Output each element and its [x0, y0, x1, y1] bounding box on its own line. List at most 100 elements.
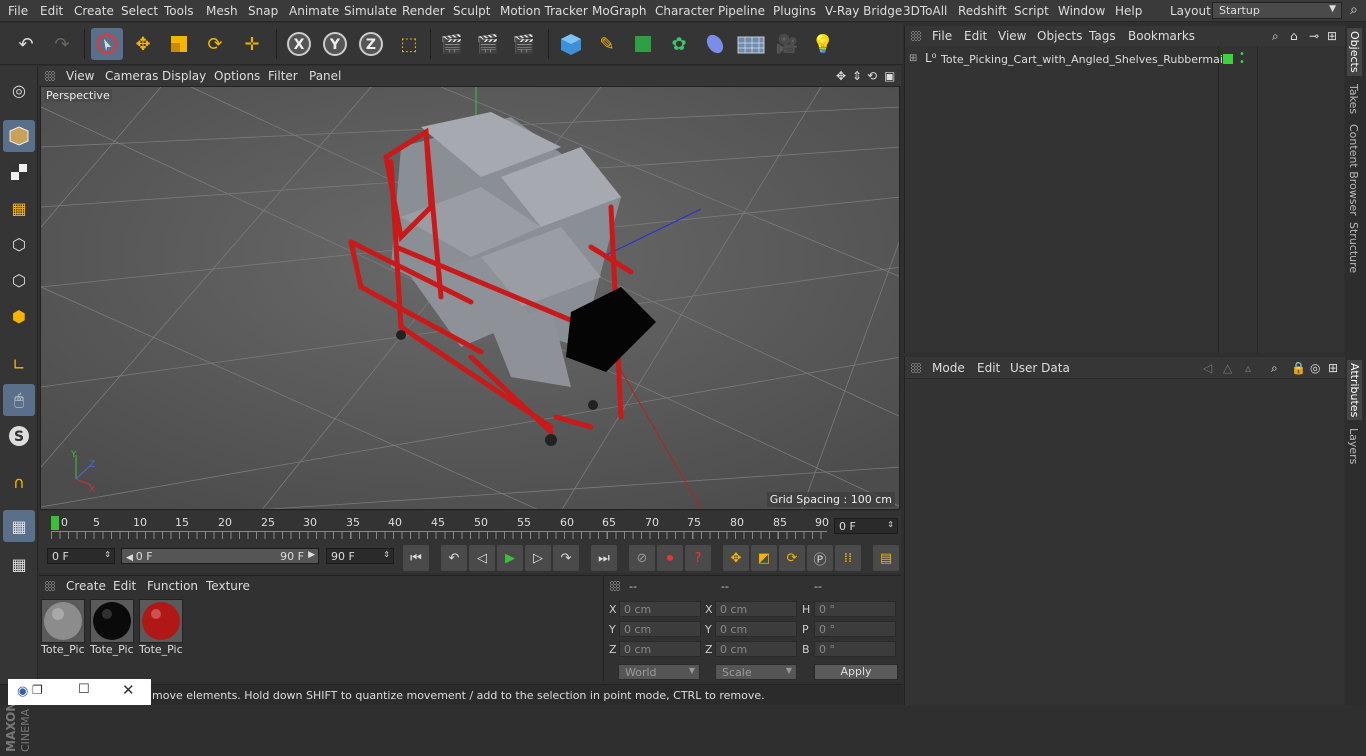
- attribute-menu-mode[interactable]: Mode: [932, 361, 965, 375]
- point-mode-icon[interactable]: ⬡: [3, 228, 35, 260]
- lock-icon[interactable]: 🔒: [1291, 361, 1306, 375]
- attribute-menu-user-data[interactable]: User Data: [1010, 361, 1070, 375]
- attribute-menu-edit[interactable]: Edit: [977, 361, 1000, 375]
- edge-mode-icon[interactable]: ⬡: [3, 264, 35, 296]
- material-swatch[interactable]: Tote_Pic: [41, 599, 87, 656]
- move-icon[interactable]: ✥: [127, 28, 159, 60]
- menu-3dtoall[interactable]: 3DToAll: [903, 4, 947, 18]
- grip-icon[interactable]: [911, 363, 921, 373]
- new-window-icon[interactable]: ⊞: [1328, 361, 1338, 375]
- planar-workplane-icon[interactable]: ▦: [3, 548, 35, 580]
- texture-mode-icon[interactable]: [3, 156, 35, 188]
- orbit-icon[interactable]: ⟲: [867, 69, 877, 83]
- tab-content-browser[interactable]: Content Browser: [1347, 124, 1360, 216]
- home-icon[interactable]: ⌂: [1290, 29, 1298, 43]
- menu-edit[interactable]: Edit: [40, 4, 63, 18]
- coordinate-mode-select[interactable]: World ▼: [618, 664, 700, 680]
- keyframe-selection-icon[interactable]: ?: [685, 545, 711, 571]
- rotation-h-field[interactable]: 0 °: [814, 601, 896, 617]
- menu-window[interactable]: Window: [1058, 4, 1105, 18]
- previous-frame-icon[interactable]: ◁: [469, 545, 495, 571]
- viewport-menu-cameras[interactable]: Cameras: [105, 69, 158, 83]
- back-arrow-icon[interactable]: ◁: [1203, 361, 1212, 375]
- menu-file[interactable]: File: [8, 4, 28, 18]
- size-y-field[interactable]: 0 cm: [715, 621, 797, 637]
- object-name[interactable]: Tote_Picking_Cart_with_Angled_Shelves_Ru…: [941, 53, 1230, 66]
- scale-icon[interactable]: [163, 28, 195, 60]
- size-x-field[interactable]: 0 cm: [715, 601, 797, 617]
- key-rotation-icon[interactable]: ⟳: [779, 545, 805, 571]
- menu-create[interactable]: Create: [74, 4, 114, 18]
- play-icon[interactable]: ▶: [497, 545, 523, 571]
- menu-help[interactable]: Help: [1115, 4, 1142, 18]
- viewport-menu-display[interactable]: Display: [162, 69, 206, 83]
- tab-objects[interactable]: Objects: [1347, 28, 1362, 76]
- key-position-icon[interactable]: ✥: [723, 545, 749, 571]
- size-mode-select[interactable]: Scale ▼: [715, 664, 797, 680]
- position-x-field[interactable]: 0 cm: [619, 601, 701, 617]
- camera-icon[interactable]: 🎥: [771, 28, 803, 60]
- back-icon[interactable]: ⊸: [1309, 29, 1319, 43]
- dolly-icon[interactable]: ⇕: [852, 69, 862, 83]
- material-menu-texture[interactable]: Texture: [206, 579, 250, 593]
- render-settings-icon[interactable]: 🎬: [508, 28, 540, 60]
- material-menu-edit[interactable]: Edit: [113, 579, 136, 593]
- tweak-mode-icon[interactable]: 🖱: [3, 384, 35, 416]
- previous-key-icon[interactable]: ↶: [441, 545, 467, 571]
- search-icon[interactable]: ⌕: [1350, 2, 1358, 18]
- size-z-field[interactable]: 0 cm: [715, 641, 797, 657]
- next-key-icon[interactable]: ↷: [553, 545, 579, 571]
- coordinate-system-icon[interactable]: ⬚: [393, 28, 425, 60]
- y-axis-icon[interactable]: Y: [319, 28, 351, 60]
- go-to-end-icon[interactable]: ⏭: [591, 545, 617, 571]
- up-arrow-icon[interactable]: △: [1223, 361, 1232, 375]
- menu-simulate[interactable]: Simulate: [344, 4, 397, 18]
- viewport-menu-options[interactable]: Options: [214, 69, 260, 83]
- transform-icon[interactable]: ✛: [236, 28, 268, 60]
- menu-redshift[interactable]: Redshift: [958, 4, 1007, 18]
- menu-tools[interactable]: Tools: [164, 4, 194, 18]
- end-frame-field[interactable]: 90 F ⇕: [326, 548, 394, 564]
- render-view-icon[interactable]: 🎬: [436, 28, 468, 60]
- start-frame-field[interactable]: 0 F ⇕: [47, 548, 115, 564]
- menu-character[interactable]: Character: [655, 4, 714, 18]
- menu-pipeline[interactable]: Pipeline: [718, 4, 765, 18]
- tab-takes[interactable]: Takes: [1347, 84, 1360, 114]
- menu-animate[interactable]: Animate: [289, 4, 339, 18]
- layer-color-icon[interactable]: [1223, 54, 1233, 64]
- object-menu-view[interactable]: View: [998, 29, 1026, 43]
- rotation-b-field[interactable]: 0 °: [814, 641, 896, 657]
- object-menu-file[interactable]: File: [932, 29, 952, 43]
- axis-mode-icon[interactable]: ∟: [3, 348, 35, 380]
- pen-icon[interactable]: ✎: [591, 28, 623, 60]
- grip-icon[interactable]: [45, 581, 55, 591]
- maximize-icon[interactable]: ☐: [78, 682, 90, 697]
- grip-icon[interactable]: [911, 31, 921, 41]
- rotation-p-field[interactable]: 0 °: [814, 621, 896, 637]
- go-to-start-icon[interactable]: ⏮: [403, 545, 429, 571]
- frame-range-slider[interactable]: ◀ 0 F 90 F ▶: [121, 548, 319, 564]
- menu-vray-bridge[interactable]: V-Ray Bridge: [825, 4, 902, 18]
- search-icon[interactable]: ⌕: [1271, 361, 1278, 376]
- expand-icon[interactable]: ⊞: [909, 53, 917, 64]
- object-menu-bookmarks[interactable]: Bookmarks: [1128, 29, 1195, 43]
- deformer-icon[interactable]: [699, 28, 731, 60]
- polygon-mode-icon[interactable]: ⬢: [3, 300, 35, 332]
- menu-script[interactable]: Script: [1014, 4, 1049, 18]
- menu-select[interactable]: Select: [121, 4, 158, 18]
- tab-attributes[interactable]: Attributes: [1347, 360, 1362, 421]
- workplane-icon[interactable]: ▦: [3, 192, 35, 224]
- subdivision-icon[interactable]: [627, 28, 659, 60]
- light-icon[interactable]: 💡: [807, 28, 839, 60]
- menu-snap[interactable]: Snap: [248, 4, 278, 18]
- search-icon[interactable]: ⌕: [1272, 29, 1279, 44]
- rotate-icon[interactable]: ⟳: [199, 28, 231, 60]
- material-swatch[interactable]: Tote_Pic: [90, 599, 136, 656]
- timeline-ruler[interactable]: 0 5 10 15 20 25 30 35 40 45 50 55 60 65 …: [39, 511, 901, 543]
- visibility-dots-icon[interactable]: • •: [1239, 50, 1245, 68]
- snapping-icon[interactable]: S: [3, 420, 35, 452]
- layout-select[interactable]: Startup ▼: [1212, 2, 1342, 19]
- close-icon[interactable]: ✕: [122, 681, 135, 699]
- menu-motion-tracker[interactable]: Motion Tracker: [500, 4, 588, 18]
- z-axis-icon[interactable]: Z: [355, 28, 387, 60]
